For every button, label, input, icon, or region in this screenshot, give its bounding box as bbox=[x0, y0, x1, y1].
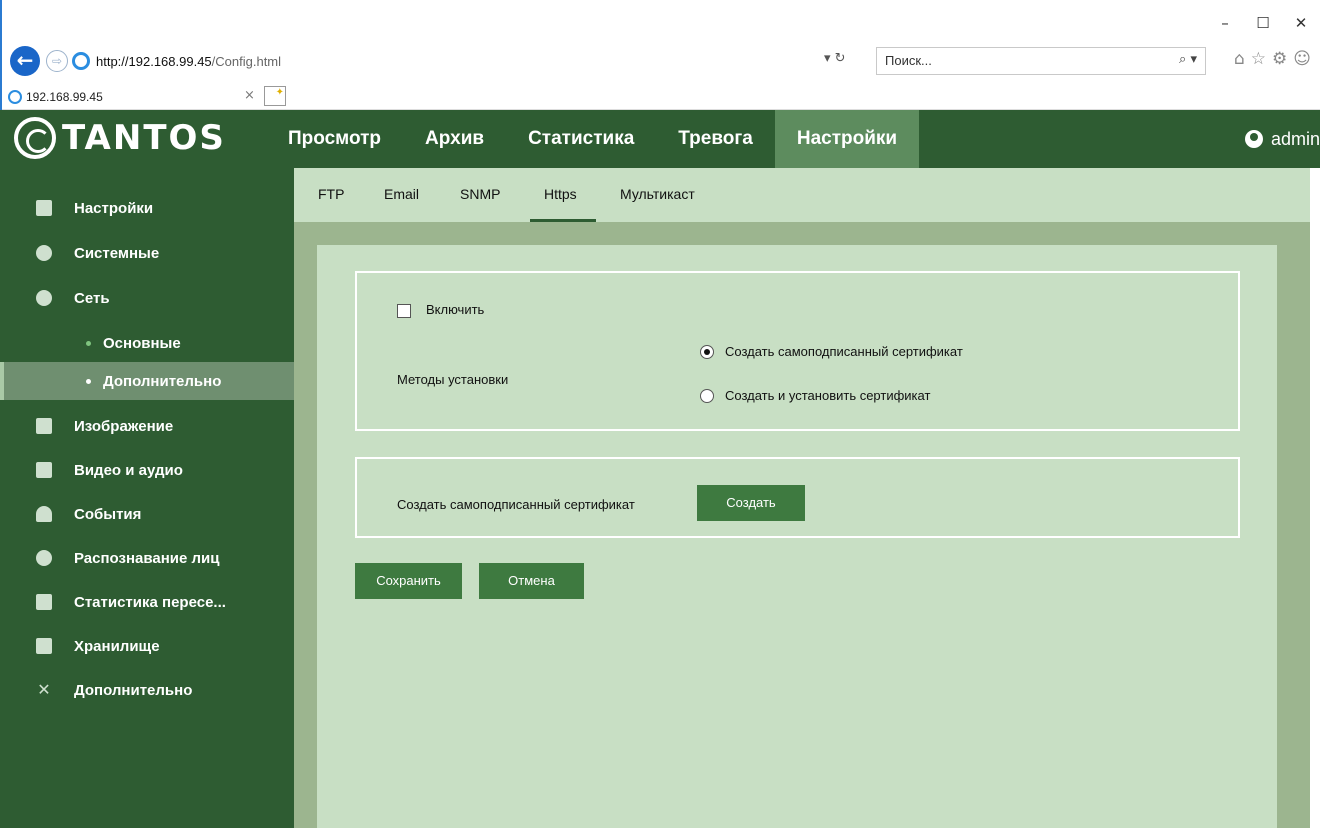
enable-checkbox[interactable] bbox=[397, 304, 411, 318]
image-icon bbox=[36, 418, 52, 434]
browser-tab[interactable]: 192.168.99.45 bbox=[8, 84, 258, 110]
window-controls: – ☐ ✕ bbox=[1206, 14, 1320, 32]
browser-window: – ☐ ✕ ← ⇨ http://192.168.99.45/Config.ht… bbox=[0, 0, 1320, 110]
sidebar-item-label: Дополнительно bbox=[103, 372, 222, 390]
maximize-button[interactable]: ☐ bbox=[1244, 14, 1282, 32]
sidebar: Настройки Системные Сеть Основные Дополн… bbox=[0, 168, 294, 828]
sidebar-item-label: Дополнительно bbox=[74, 681, 193, 699]
tab-email[interactable]: Email bbox=[384, 186, 419, 202]
sidebar-item-additional[interactable]: ✕ Дополнительно bbox=[0, 670, 294, 710]
user-name: admin bbox=[1270, 129, 1320, 149]
back-arrow-icon[interactable]: ← bbox=[10, 46, 40, 76]
radio-create-install[interactable] bbox=[700, 389, 714, 403]
enable-label: Включить bbox=[426, 302, 485, 317]
monitor-icon bbox=[36, 200, 52, 216]
close-window-button[interactable]: ✕ bbox=[1282, 14, 1320, 32]
nav-statistics[interactable]: Статистика bbox=[506, 110, 656, 168]
sidebar-subitem-basic[interactable]: Основные bbox=[0, 324, 294, 362]
tab-multicast[interactable]: Мультикаст bbox=[620, 186, 695, 202]
page-edge bbox=[1310, 168, 1320, 828]
tab-ftp[interactable]: FTP bbox=[318, 186, 344, 202]
address-row: ← ⇨ http://192.168.99.45/Config.html ▾ ↻… bbox=[6, 44, 1320, 78]
logo-icon bbox=[14, 117, 56, 159]
tab-close-icon[interactable]: × bbox=[244, 88, 255, 103]
user-menu[interactable]: admin bbox=[1244, 110, 1320, 168]
address-bar[interactable]: http://192.168.99.45/Config.html bbox=[72, 47, 872, 75]
tantos-logo: TANTOS bbox=[14, 117, 226, 159]
subtab-bar: FTP Email SNMP Https Мультикаст bbox=[294, 168, 1310, 222]
nav-settings[interactable]: Настройки bbox=[774, 110, 920, 168]
info-icon bbox=[36, 245, 52, 261]
bell-icon bbox=[36, 506, 52, 522]
sidebar-item-label: Видео и аудио bbox=[74, 461, 183, 479]
sidebar-subitem-advanced[interactable]: Дополнительно bbox=[0, 362, 294, 400]
create-cert-label: Создать самоподписанный сертификат bbox=[397, 497, 635, 512]
sidebar-item-image[interactable]: Изображение bbox=[0, 406, 294, 446]
main-nav: Просмотр Архив Статистика Тревога Настро… bbox=[288, 110, 920, 168]
nav-archive[interactable]: Архив bbox=[403, 110, 506, 168]
sidebar-item-label: Хранилище bbox=[74, 637, 160, 655]
floppy-icon bbox=[36, 638, 52, 654]
sidebar-item-system[interactable]: Системные bbox=[0, 233, 294, 273]
radio-self-signed-label: Создать самоподписанный сертификат bbox=[725, 344, 963, 359]
forward-arrow-icon[interactable]: ⇨ bbox=[46, 50, 68, 72]
nav-alarm[interactable]: Тревога bbox=[656, 110, 775, 168]
user-icon bbox=[1244, 130, 1263, 148]
sidebar-item-settings[interactable]: Настройки bbox=[0, 188, 294, 228]
nav-view[interactable]: Просмотр bbox=[288, 110, 403, 168]
create-button[interactable]: Создать bbox=[697, 485, 805, 521]
sidebar-item-people-statistics[interactable]: Статистика пересе... bbox=[0, 582, 294, 622]
install-methods-label: Методы установки bbox=[397, 372, 509, 387]
favorites-icons[interactable]: ⌂☆⚙☺ bbox=[1234, 49, 1317, 69]
sidebar-item-label: Настройки bbox=[74, 199, 154, 217]
refresh-icon[interactable]: ▾ ↻ bbox=[824, 51, 846, 66]
sidebar-item-video-audio[interactable]: Видео и аудио bbox=[0, 450, 294, 490]
tab-ie-icon bbox=[8, 90, 22, 104]
sidebar-item-face-recognition[interactable]: Распознавание лиц bbox=[0, 538, 294, 578]
face-icon bbox=[36, 550, 52, 566]
search-placeholder: Поиск... bbox=[885, 53, 932, 68]
app-header: TANTOS Просмотр Архив Статистика Тревога… bbox=[0, 110, 1320, 168]
tab-https[interactable]: Https bbox=[544, 186, 577, 202]
globe-icon bbox=[36, 290, 52, 306]
bullet-icon bbox=[86, 340, 91, 346]
sidebar-item-network[interactable]: Сеть bbox=[0, 278, 294, 318]
url-host: http://192.168.99.45 bbox=[96, 53, 212, 69]
search-icon[interactable]: ⌕ ▾ bbox=[1179, 52, 1197, 67]
sidebar-item-events[interactable]: События bbox=[0, 494, 294, 534]
tab-snmp[interactable]: SNMP bbox=[460, 186, 500, 202]
sidebar-item-label: Основные bbox=[103, 334, 181, 352]
sidebar-item-label: События bbox=[74, 505, 142, 523]
bar-chart-icon bbox=[36, 594, 52, 610]
sidebar-item-label: Сеть bbox=[74, 289, 110, 307]
radio-create-install-label: Создать и установить сертификат bbox=[725, 388, 931, 403]
search-input[interactable]: Поиск... ⌕ ▾ bbox=[876, 47, 1206, 75]
sidebar-item-storage[interactable]: Хранилище bbox=[0, 626, 294, 666]
ie-icon bbox=[72, 52, 90, 70]
sidebar-item-label: Статистика пересе... bbox=[74, 593, 226, 611]
tab-bar: 192.168.99.45 × ✦ bbox=[2, 82, 1320, 110]
video-icon bbox=[36, 462, 52, 478]
radio-self-signed[interactable] bbox=[700, 345, 714, 359]
logo-text: TANTOS bbox=[62, 118, 226, 158]
tab-title: 192.168.99.45 bbox=[26, 90, 103, 104]
tools-icon: ✕ bbox=[37, 680, 51, 699]
save-button[interactable]: Сохранить bbox=[355, 563, 462, 599]
sidebar-item-label: Изображение bbox=[74, 417, 174, 435]
new-tab-icon[interactable]: ✦ bbox=[264, 86, 286, 106]
cancel-button[interactable]: Отмена bbox=[479, 563, 584, 599]
sidebar-item-label: Системные bbox=[74, 244, 160, 262]
sidebar-item-label: Распознавание лиц bbox=[74, 549, 220, 567]
bullet-icon bbox=[86, 378, 91, 384]
minimize-button[interactable]: – bbox=[1206, 14, 1244, 32]
url-path: /Config.html bbox=[211, 53, 282, 69]
